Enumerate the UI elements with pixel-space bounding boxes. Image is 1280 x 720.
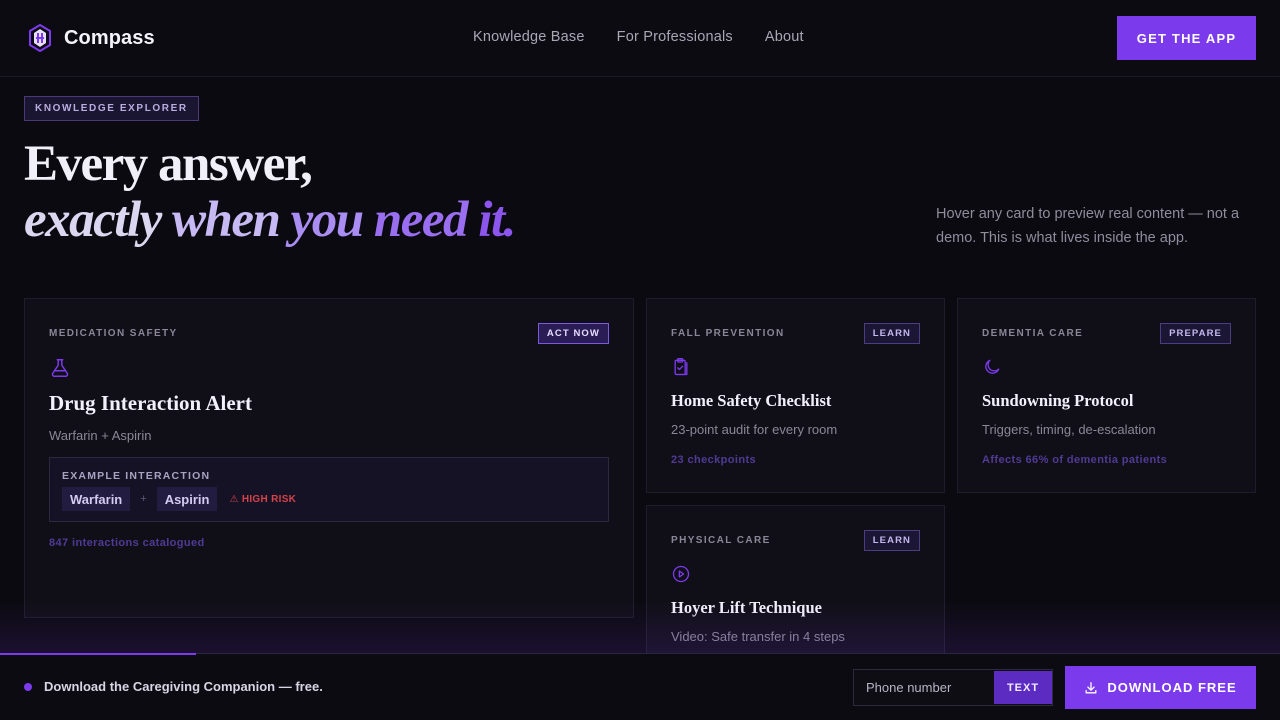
- main-nav: Knowledge Base For Professionals About: [473, 29, 804, 45]
- phone-form: TEXT: [853, 669, 1053, 706]
- card-medication-safety[interactable]: MEDICATION SAFETY ACT NOW Drug Interacti…: [24, 298, 634, 618]
- download-message: Download the Caregiving Companion — free…: [44, 679, 323, 694]
- high-risk-label: ⚠ HIGH RISK: [229, 493, 297, 505]
- download-free-button[interactable]: DOWNLOAD FREE: [1065, 666, 1256, 709]
- nav-link-for-professionals[interactable]: For Professionals: [617, 29, 733, 45]
- card-tag-prepare: PREPARE: [1160, 323, 1231, 344]
- hero-word: need: [373, 192, 469, 248]
- phone-number-input[interactable]: [854, 670, 994, 705]
- card-fall-prevention[interactable]: FALL PREVENTION LEARN Home Safety Checkl…: [646, 298, 945, 493]
- hero-word: when: [172, 192, 281, 248]
- card-footer-stat: 847 interactions catalogued: [49, 537, 205, 549]
- site-header: Compass Knowledge Base For Professionals…: [0, 0, 1280, 77]
- card-footer-stat: 23 checkpoints: [671, 454, 757, 466]
- drug-chip-aspirin: Aspirin: [156, 487, 218, 511]
- card-footer-stat: Affects 66% of dementia patients: [982, 454, 1168, 466]
- card-tag-act-now: ACT NOW: [537, 323, 609, 344]
- card-subtitle: Video: Safe transfer in 4 steps: [671, 629, 845, 644]
- get-the-app-button[interactable]: GET THE APP: [1117, 16, 1256, 60]
- play-circle-icon: [672, 565, 690, 583]
- card-dementia-care[interactable]: DEMENTIA CARE PREPARE Sundowning Protoco…: [957, 298, 1256, 493]
- hero-title: Every answer, exactly when you need it.: [24, 136, 516, 248]
- flask-icon: [51, 359, 69, 377]
- logo-text: Compass: [64, 26, 155, 49]
- card-physical-care[interactable]: PHYSICAL CARE LEARN Hoyer Lift Technique…: [646, 505, 945, 653]
- knowledge-explorer-badge: KNOWLEDGE EXPLORER: [24, 96, 199, 121]
- card-title: Hoyer Lift Technique: [671, 598, 822, 617]
- download-free-label: DOWNLOAD FREE: [1107, 680, 1237, 695]
- card-title: Home Safety Checklist: [671, 391, 832, 410]
- card-title: Drug Interaction Alert: [49, 391, 252, 415]
- hero-word: you: [290, 192, 365, 248]
- progress-track: [0, 653, 1280, 655]
- plus-sign: +: [140, 493, 147, 505]
- card-category: MEDICATION SAFETY: [49, 328, 178, 339]
- card-category: FALL PREVENTION: [671, 328, 785, 339]
- card-category: DEMENTIA CARE: [982, 328, 1084, 339]
- moon-icon: [985, 359, 1000, 374]
- hero-title-line1: Every answer,: [24, 136, 313, 192]
- hero-word: it.: [478, 192, 516, 248]
- hero-word: exactly: [24, 192, 162, 248]
- card-subtitle: Warfarin + Aspirin: [49, 428, 152, 443]
- download-bar: Download the Caregiving Companion — free…: [0, 653, 1280, 720]
- logo[interactable]: Compass: [28, 24, 155, 52]
- hero-description: Hover any card to preview real content —…: [936, 206, 1240, 246]
- nav-link-about[interactable]: About: [765, 29, 804, 45]
- progress-fill: [0, 653, 196, 655]
- hero-title-line2: exactly when you need it.: [24, 192, 516, 248]
- card-tag-learn: LEARN: [863, 530, 920, 551]
- clipboard-check-icon: [674, 358, 688, 376]
- card-tag-learn: LEARN: [863, 323, 920, 344]
- compass-logo-icon: [29, 24, 51, 52]
- example-interaction-box: EXAMPLE INTERACTION Warfarin + Aspirin ⚠…: [49, 457, 609, 522]
- card-category: PHYSICAL CARE: [671, 535, 771, 546]
- nav-link-knowledge-base[interactable]: Knowledge Base: [473, 29, 585, 45]
- text-link-button[interactable]: TEXT: [994, 671, 1052, 704]
- drug-pair: Warfarin + Aspirin ⚠ HIGH RISK: [62, 487, 296, 511]
- example-label: EXAMPLE INTERACTION: [62, 470, 211, 482]
- card-subtitle: Triggers, timing, de-escalation: [982, 422, 1156, 437]
- drug-chip-warfarin: Warfarin: [62, 487, 131, 511]
- download-icon: [1085, 681, 1097, 693]
- card-subtitle: 23-point audit for every room: [671, 422, 838, 437]
- status-dot: [24, 683, 32, 691]
- card-title: Sundowning Protocol: [982, 391, 1134, 410]
